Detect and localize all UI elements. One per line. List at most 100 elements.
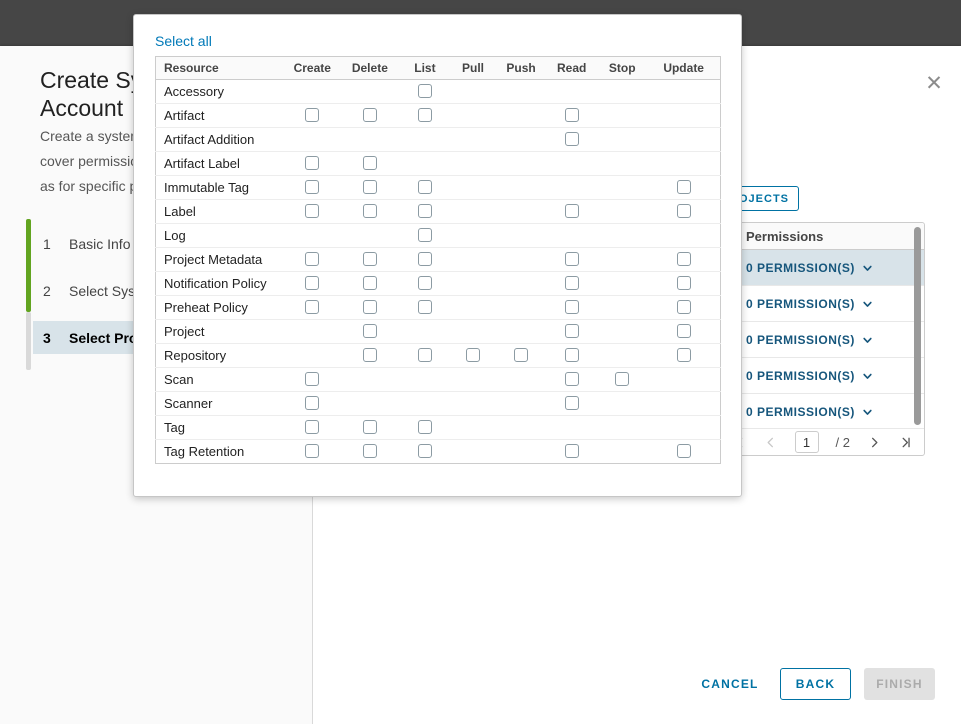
checkbox-label-delete[interactable] — [363, 204, 377, 218]
permissions-dropdown-toggle[interactable]: 0 PERMISSION(S) — [746, 297, 873, 311]
checkbox-project-metadata-read[interactable] — [565, 252, 579, 266]
checkbox-tag-delete[interactable] — [363, 420, 377, 434]
permissions-dropdown-toggle[interactable]: 0 PERMISSION(S) — [746, 261, 873, 275]
checkbox-tag-retention-update[interactable] — [677, 444, 691, 458]
resource-row-tag: Tag — [156, 416, 721, 440]
resource-row-tag-retention: Tag Retention — [156, 440, 721, 464]
checkbox-scanner-create[interactable] — [305, 396, 319, 410]
checkbox-scanner-read[interactable] — [565, 396, 579, 410]
last-page-button[interactable] — [898, 435, 912, 449]
checkbox-preheat-policy-list[interactable] — [418, 300, 432, 314]
resource-label: Immutable Tag — [156, 176, 285, 200]
checkbox-immutable-tag-update[interactable] — [677, 180, 691, 194]
step-progress-bar-completed — [26, 219, 31, 312]
column-header-push: Push — [496, 57, 546, 80]
checkbox-preheat-policy-create[interactable] — [305, 300, 319, 314]
checkbox-artifact-list[interactable] — [418, 108, 432, 122]
checkbox-project-metadata-list[interactable] — [418, 252, 432, 266]
chevron-down-icon — [862, 371, 873, 382]
checkbox-immutable-tag-delete[interactable] — [363, 180, 377, 194]
permissions-dropdown-toggle[interactable]: 0 PERMISSION(S) — [746, 333, 873, 347]
checkbox-scan-create[interactable] — [305, 372, 319, 386]
resource-row-artifact: Artifact — [156, 104, 721, 128]
checkbox-project-metadata-create[interactable] — [305, 252, 319, 266]
permissions-count-label: 0 PERMISSION(S) — [746, 405, 855, 419]
resource-label: Scan — [156, 368, 285, 392]
step-number: 3 — [33, 330, 57, 346]
resource-row-artifact-label: Artifact Label — [156, 152, 721, 176]
checkbox-preheat-policy-read[interactable] — [565, 300, 579, 314]
checkbox-label-list[interactable] — [418, 204, 432, 218]
cancel-button[interactable]: CANCEL — [690, 668, 770, 700]
select-all-link[interactable]: Select all — [155, 33, 212, 49]
next-page-button[interactable] — [867, 435, 881, 449]
finish-button[interactable]: FINISH — [864, 668, 935, 700]
checkbox-notification-policy-delete[interactable] — [363, 276, 377, 290]
column-header-create: Create — [285, 57, 340, 80]
checkbox-artifact-delete[interactable] — [363, 108, 377, 122]
checkbox-tag-retention-list[interactable] — [418, 444, 432, 458]
checkbox-label-create[interactable] — [305, 204, 319, 218]
next-page-icon — [868, 436, 881, 449]
page-input[interactable] — [795, 431, 819, 453]
close-icon[interactable]: ✕ — [920, 70, 948, 98]
checkbox-project-metadata-delete[interactable] — [363, 252, 377, 266]
permissions-dropdown-toggle[interactable]: 0 PERMISSION(S) — [746, 369, 873, 383]
checkbox-repository-list[interactable] — [418, 348, 432, 362]
checkbox-project-read[interactable] — [565, 324, 579, 338]
step-progress-bar-remaining — [26, 312, 31, 370]
checkbox-tag-retention-create[interactable] — [305, 444, 319, 458]
checkbox-tag-list[interactable] — [418, 420, 432, 434]
column-header-update: Update — [647, 57, 720, 80]
screen: Create Sys Account Create a system cover… — [0, 0, 961, 724]
checkbox-label-read[interactable] — [565, 204, 579, 218]
checkbox-repository-pull[interactable] — [466, 348, 480, 362]
previous-page-button[interactable] — [764, 435, 778, 449]
checkbox-repository-read[interactable] — [565, 348, 579, 362]
chevron-down-icon — [862, 335, 873, 346]
resource-matrix-table: ResourceCreateDeleteListPullPushReadStop… — [155, 56, 721, 464]
checkbox-tag-retention-read[interactable] — [565, 444, 579, 458]
checkbox-label-update[interactable] — [677, 204, 691, 218]
last-page-icon — [899, 436, 912, 449]
back-button[interactable]: BACK — [780, 668, 851, 700]
permissions-count-label: 0 PERMISSION(S) — [746, 369, 855, 383]
checkbox-project-metadata-update[interactable] — [677, 252, 691, 266]
resource-label: Accessory — [156, 80, 285, 104]
checkbox-notification-policy-read[interactable] — [565, 276, 579, 290]
checkbox-repository-delete[interactable] — [363, 348, 377, 362]
wizard-description-line: Create a system — [40, 124, 146, 149]
checkbox-artifact-label-delete[interactable] — [363, 156, 377, 170]
resource-row-notification-policy: Notification Policy — [156, 272, 721, 296]
checkbox-tag-create[interactable] — [305, 420, 319, 434]
checkbox-tag-retention-delete[interactable] — [363, 444, 377, 458]
checkbox-project-update[interactable] — [677, 324, 691, 338]
resource-row-preheat-policy: Preheat Policy — [156, 296, 721, 320]
checkbox-repository-update[interactable] — [677, 348, 691, 362]
checkbox-project-delete[interactable] — [363, 324, 377, 338]
checkbox-immutable-tag-list[interactable] — [418, 180, 432, 194]
checkbox-immutable-tag-create[interactable] — [305, 180, 319, 194]
table-scrollbar[interactable] — [914, 227, 921, 425]
checkbox-scan-read[interactable] — [565, 372, 579, 386]
checkbox-artifact-read[interactable] — [565, 108, 579, 122]
checkbox-repository-push[interactable] — [514, 348, 528, 362]
checkbox-notification-policy-list[interactable] — [418, 276, 432, 290]
column-header-read: Read — [546, 57, 597, 80]
checkbox-notification-policy-create[interactable] — [305, 276, 319, 290]
checkbox-preheat-policy-update[interactable] — [677, 300, 691, 314]
permissions-count-label: 0 PERMISSION(S) — [746, 333, 855, 347]
permissions-dropdown-toggle[interactable]: 0 PERMISSION(S) — [746, 405, 873, 419]
wizard-description-line: cover permission — [40, 149, 146, 174]
checkbox-preheat-policy-delete[interactable] — [363, 300, 377, 314]
column-header-pull: Pull — [450, 57, 496, 80]
checkbox-scan-stop[interactable] — [615, 372, 629, 386]
resource-label: Project Metadata — [156, 248, 285, 272]
checkbox-accessory-list[interactable] — [418, 84, 432, 98]
chevron-down-icon — [862, 263, 873, 274]
checkbox-notification-policy-update[interactable] — [677, 276, 691, 290]
checkbox-artifact-label-create[interactable] — [305, 156, 319, 170]
checkbox-artifact-addition-read[interactable] — [565, 132, 579, 146]
checkbox-log-list[interactable] — [418, 228, 432, 242]
checkbox-artifact-create[interactable] — [305, 108, 319, 122]
